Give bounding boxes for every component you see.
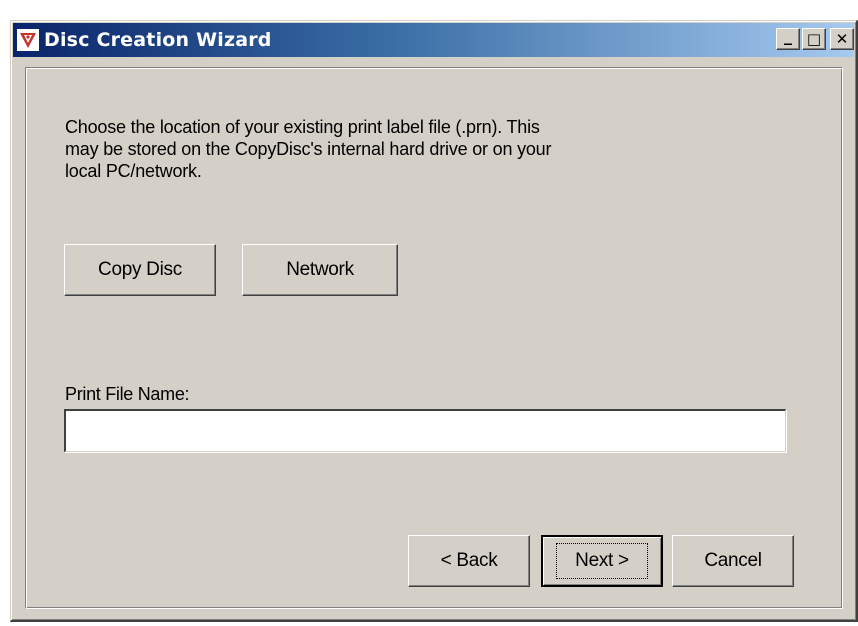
network-button[interactable]: Network bbox=[242, 244, 398, 296]
next-button-label: Next > bbox=[556, 543, 648, 579]
close-button[interactable]: ✕ bbox=[830, 28, 854, 50]
disc-wizard-icon bbox=[17, 29, 39, 51]
cancel-button[interactable]: Cancel bbox=[672, 535, 794, 587]
back-button[interactable]: < Back bbox=[408, 535, 530, 587]
next-button[interactable]: Next > bbox=[541, 535, 663, 587]
copy-disc-button[interactable]: Copy Disc bbox=[64, 244, 216, 296]
copy-disc-button-label: Copy Disc bbox=[98, 259, 182, 280]
maximize-icon: □ bbox=[806, 29, 822, 48]
print-file-name-label: Print File Name: bbox=[65, 384, 190, 404]
window-title: Disc Creation Wizard bbox=[44, 29, 272, 51]
minimize-button[interactable]: _ bbox=[776, 28, 800, 50]
instructions-text: Choose the location of your existing pri… bbox=[65, 117, 552, 181]
wizard-content-panel: Choose the location of your existing pri… bbox=[25, 67, 843, 609]
back-button-label: < Back bbox=[440, 550, 498, 571]
cancel-button-label: Cancel bbox=[704, 550, 762, 571]
print-file-name-input[interactable] bbox=[64, 409, 786, 452]
maximize-button[interactable]: □ bbox=[802, 28, 826, 50]
network-button-label: Network bbox=[286, 259, 354, 280]
disc-creation-wizard-window: Disc Creation Wizard _ □ ✕ Choose the lo… bbox=[10, 20, 858, 622]
close-icon: ✕ bbox=[835, 29, 849, 48]
minimize-icon: _ bbox=[784, 26, 792, 45]
title-bar[interactable]: Disc Creation Wizard _ □ ✕ bbox=[13, 23, 854, 57]
window-controls: _ □ ✕ bbox=[776, 28, 854, 50]
